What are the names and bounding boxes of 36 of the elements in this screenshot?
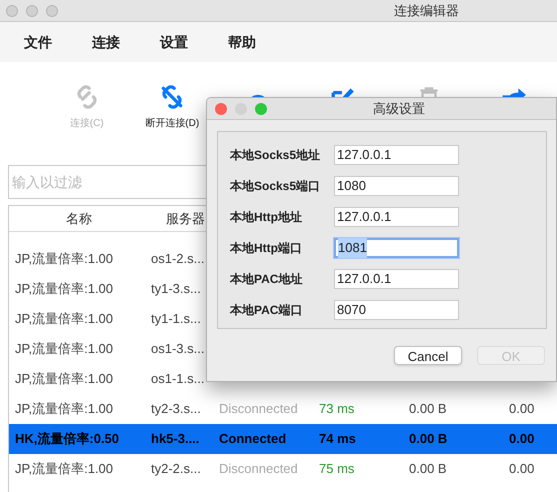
table-cell-text: HK,流量倍率:0.50 — [14, 430, 120, 448]
field-label: 本地Http地址 — [230, 209, 303, 226]
table-cell-text: os1-3.s... — [151, 340, 206, 358]
field-label: 本地PAC地址 — [230, 271, 304, 288]
table-cell-text: JP,流量倍率:1.00 — [14, 370, 114, 388]
status-cell-text: Connected — [219, 430, 288, 448]
field-label: 本地Http端口 — [230, 240, 303, 257]
table-cell-text: os1-2.s... — [151, 250, 206, 268]
table-cell-text: 73 ms — [319, 400, 356, 418]
table-cell-text: 0.00 B — [409, 460, 448, 478]
table-cell-text: JP,流量倍率:1.00 — [14, 250, 114, 268]
status-cell-text: Disconnected — [219, 460, 299, 478]
table-cell-text: os1-1.s... — [151, 370, 206, 388]
field-label: 本地Socks5地址 — [230, 147, 322, 164]
table-cell-text: ty2-2.s... — [151, 460, 202, 478]
field-label: 本地PAC端口 — [230, 302, 304, 319]
dialog-title: 高级设置 — [373, 100, 425, 118]
table-cell-text: JP,流量倍率:1.00 — [14, 340, 114, 358]
table-cell-text: ty2-3.s... — [151, 400, 202, 418]
table-cell-text: ty1-1.s... — [151, 310, 202, 328]
status-cell-text: Disconnected — [219, 400, 299, 418]
field-label: 本地Socks5端口 — [230, 178, 322, 195]
table-cell-text: 0.00 B — [409, 430, 448, 448]
table-cell-text: 0.00 B — [409, 400, 448, 418]
table-cell-text: ty1-3.s... — [151, 280, 202, 298]
table-cell-text: 75 ms — [319, 460, 356, 478]
table-cell-text: hk5-3.... — [151, 430, 200, 448]
table-cell-text: JP,流量倍率:1.00 — [14, 400, 114, 418]
window-title: 连接编辑器 — [394, 2, 459, 20]
table-cell-text: 0.00 — [509, 460, 534, 478]
table-cell-text: JP,流量倍率:1.00 — [14, 460, 114, 478]
table-cell-text: JP,流量倍率:1.00 — [14, 310, 114, 328]
table-cell-text: 74 ms — [319, 430, 357, 448]
table-cell-text: 0.00 — [509, 400, 534, 418]
table-cell-text: 0.00 — [509, 430, 534, 448]
table-cell-text: JP,流量倍率:1.00 — [14, 280, 114, 298]
